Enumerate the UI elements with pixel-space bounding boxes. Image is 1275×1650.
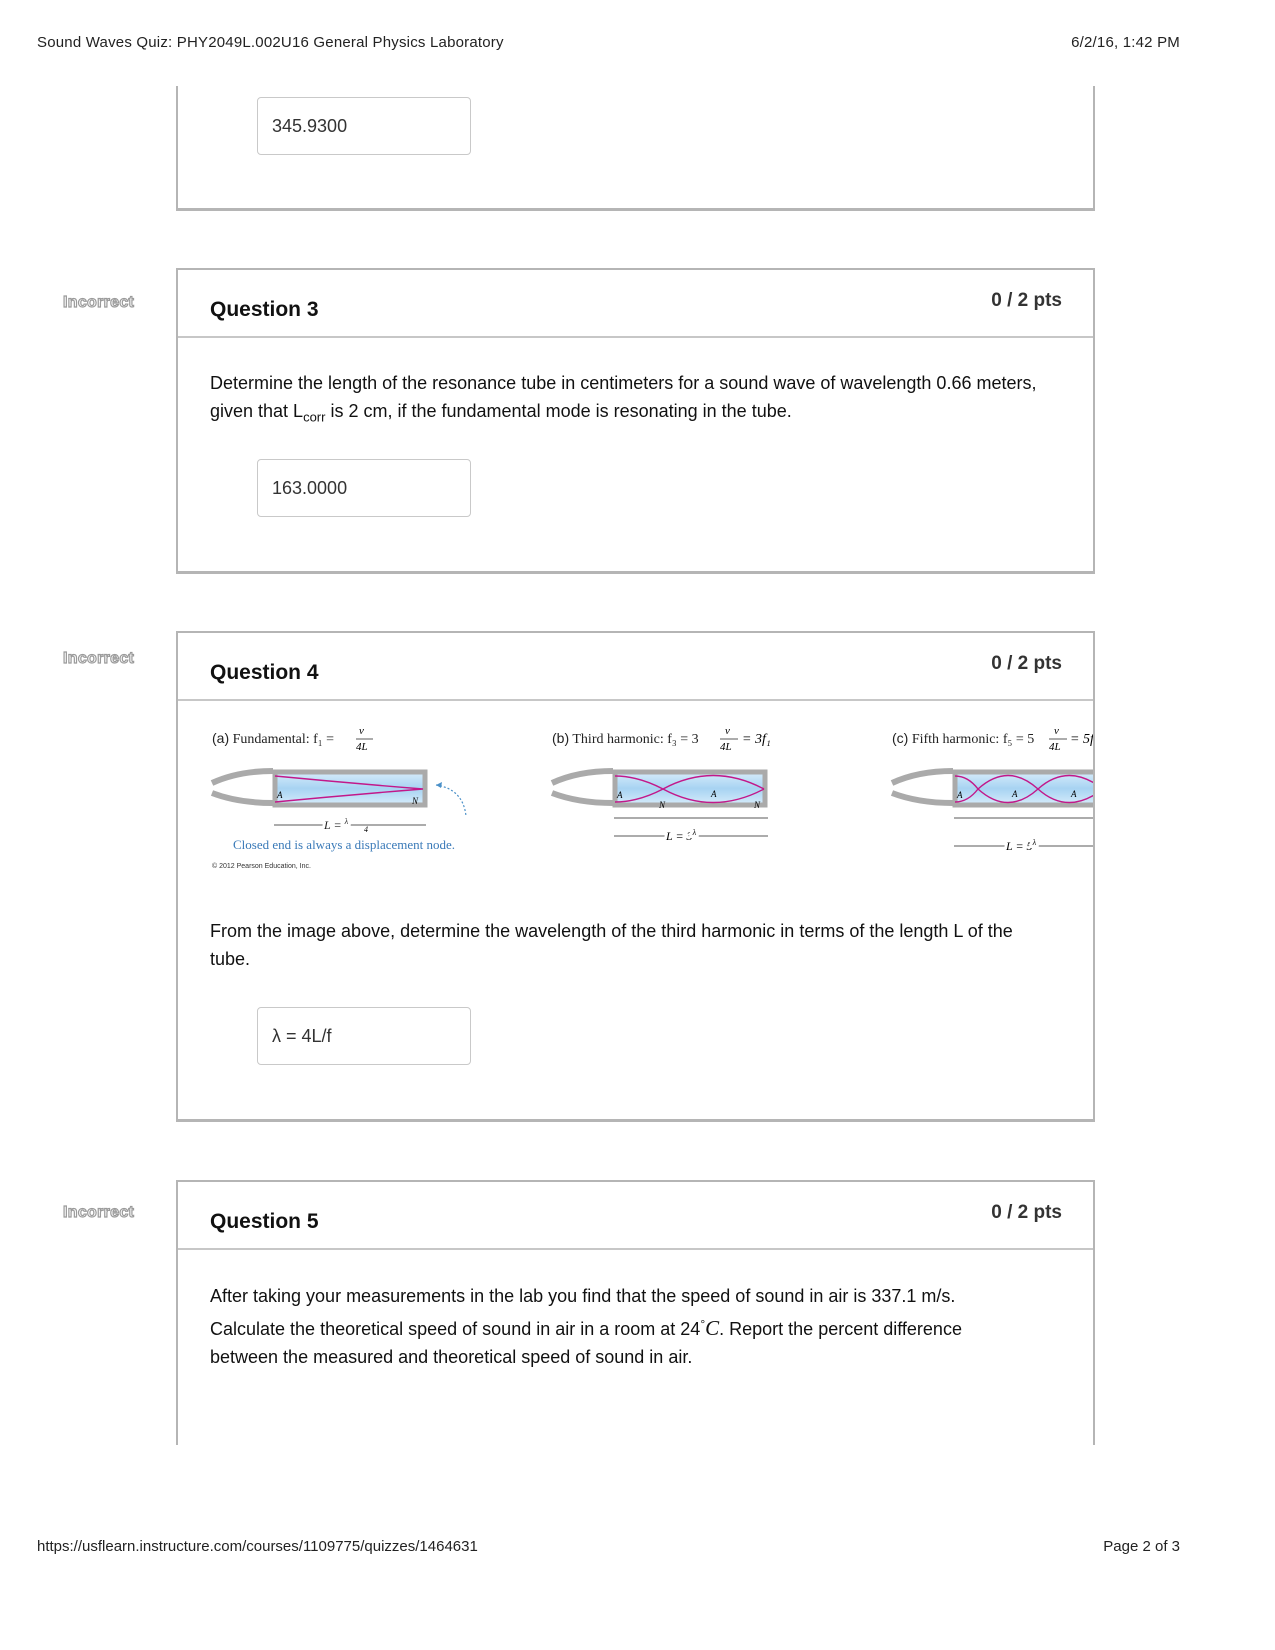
question-3-card: Question 3 0 / 2 pts Determine the lengt… — [176, 268, 1095, 574]
question-3-answer-value: 163.0000 — [272, 478, 348, 498]
svg-text:4L: 4L — [1049, 741, 1061, 753]
svg-text:= 3f₁: = 3f₁ — [742, 732, 771, 747]
question-3-header: Question 3 0 / 2 pts — [178, 270, 1093, 338]
question-4-answer-value: λ = 4L/f — [272, 1026, 332, 1046]
svg-text:A: A — [710, 789, 717, 799]
svg-text:(c) Fifth harmonic: f₅ = 5: (c) Fifth harmonic: f₅ = 5 — [892, 730, 1034, 747]
svg-text:L = λ: L = λ — [323, 817, 349, 832]
node-label-n: N — [411, 796, 419, 806]
svg-text:v: v — [359, 725, 364, 737]
page-footer-page-number: Page 2 of 3 — [1103, 1538, 1180, 1555]
question-3-points: 0 / 2 pts — [991, 290, 1062, 311]
svg-text:4L: 4L — [356, 741, 368, 753]
svg-text:N: N — [658, 800, 666, 810]
svg-text:L = 5λ: L = 5λ — [1005, 838, 1037, 853]
svg-text:4: 4 — [364, 825, 368, 834]
question-5-header: Question 5 0 / 2 pts — [178, 1182, 1093, 1250]
harmonics-figure: (a) Fundamental: f₁ = v 4L A N L = λ 4 C… — [178, 701, 1093, 871]
svg-text:= 5f₁: = 5f₁ — [1070, 732, 1093, 747]
question-3-title: Question 3 — [210, 298, 319, 321]
question-4-status-badge: Incorrect — [62, 649, 135, 667]
svg-text:L = 3λ: L = 3λ — [665, 828, 697, 843]
panel-c-fifth-harmonic: (c) Fifth harmonic: f₅ = 5 v 4L = 5f₁ A … — [890, 725, 1093, 856]
question-2-answer-field[interactable]: 345.9300 — [257, 97, 471, 155]
question-4-text: From the image above, determine the wave… — [210, 921, 1013, 969]
page-footer-url: https://usflearn.instructure.com/courses… — [37, 1538, 478, 1555]
question-5-title: Question 5 — [210, 1210, 319, 1233]
node-label-a: A — [276, 790, 283, 800]
question-3-answer-field[interactable]: 163.0000 — [257, 459, 471, 517]
question-4-answer-field[interactable]: λ = 4L/f — [257, 1007, 471, 1065]
svg-text:A: A — [616, 790, 623, 800]
page-header-title: Sound Waves Quiz: PHY2049L.002U16 Genera… — [37, 34, 504, 51]
figure-copyright: © 2012 Pearson Education, Inc. — [212, 862, 311, 870]
question-5-points: 0 / 2 pts — [991, 1202, 1062, 1223]
question-4-title: Question 4 — [210, 661, 319, 684]
svg-text:A: A — [1011, 789, 1018, 799]
svg-text:(b) Third harmonic: f₃ = 3: (b) Third harmonic: f₃ = 3 — [552, 730, 699, 747]
svg-text:4L: 4L — [720, 741, 732, 753]
panel-b-third-harmonic: (b) Third harmonic: f₃ = 3 v 4L = 3f₁ A … — [550, 725, 771, 846]
svg-text:v: v — [725, 725, 730, 737]
page-header-date: 6/2/16, 1:42 PM — [1071, 34, 1180, 51]
question-5-status-badge: Incorrect — [62, 1203, 135, 1221]
svg-text:N: N — [753, 800, 761, 810]
question-3-status-badge: Incorrect — [62, 293, 135, 311]
svg-text:v: v — [1054, 725, 1059, 737]
svg-text:A: A — [956, 790, 963, 800]
question-4-points: 0 / 2 pts — [991, 653, 1062, 674]
question-4-card: Question 4 0 / 2 pts (a) Fundamental: f₁… — [176, 631, 1095, 1122]
question-5-text: After taking your measurements in the la… — [210, 1286, 962, 1367]
svg-text:(a) Fundamental: f₁ =: (a) Fundamental: f₁ = — [212, 730, 334, 747]
question-3-text: Determine the length of the resonance tu… — [210, 373, 1037, 425]
figure-caption: Closed end is always a displacement node… — [233, 837, 455, 852]
svg-text:A: A — [1070, 789, 1077, 799]
question-2-card: 345.9300 — [176, 86, 1095, 211]
question-4-header: Question 4 0 / 2 pts — [178, 633, 1093, 701]
panel-a-fundamental: (a) Fundamental: f₁ = v 4L A N L = λ 4 C… — [210, 725, 467, 870]
question-5-card: Question 5 0 / 2 pts After taking your m… — [176, 1180, 1095, 1445]
question-2-answer-value: 345.9300 — [272, 116, 348, 136]
